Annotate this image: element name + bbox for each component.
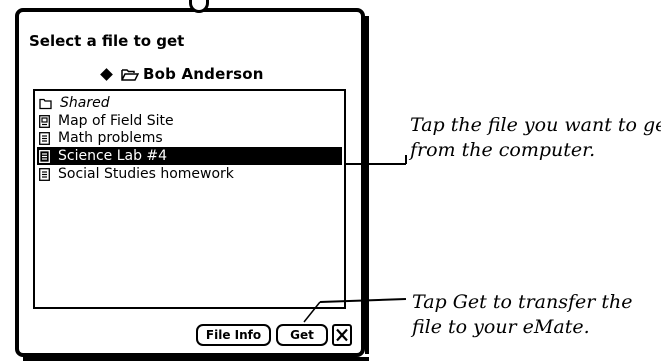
list-item-shared[interactable]: Shared bbox=[37, 94, 342, 112]
folder-selector[interactable]: Bob Anderson bbox=[100, 64, 264, 84]
callout-tap-file-line-2: from the computer. bbox=[410, 139, 596, 161]
folder-icon bbox=[39, 98, 52, 109]
open-folder-icon bbox=[121, 68, 139, 81]
close-icon bbox=[336, 328, 348, 342]
callout-tap-get-line-1: Tap Get to transfer the bbox=[412, 291, 633, 313]
dialog-shadow-bottom bbox=[23, 357, 369, 361]
list-item-science-lab-4[interactable]: Science Lab #4 bbox=[37, 147, 342, 165]
list-item-label: Science Lab #4 bbox=[58, 148, 168, 164]
list-item-label: Math problems bbox=[58, 130, 163, 146]
document-icon bbox=[39, 114, 50, 128]
folder-name: Bob Anderson bbox=[143, 65, 264, 83]
callout-tap-file-line-1: Tap the file you want to get bbox=[410, 114, 661, 136]
callout-line-file bbox=[346, 163, 406, 165]
get-button[interactable]: Get bbox=[276, 324, 328, 346]
callout-tap-file: Tap the file you want to get from the co… bbox=[410, 113, 661, 163]
callout-tap-get-line-2: file to your eMate. bbox=[412, 316, 590, 338]
close-button[interactable] bbox=[332, 324, 352, 346]
list-item-math-problems[interactable]: Math problems bbox=[37, 129, 342, 147]
document-icon bbox=[39, 167, 50, 181]
document-icon bbox=[39, 131, 50, 145]
callout-line-file-vertical bbox=[405, 155, 407, 164]
list-item-label: Map of Field Site bbox=[58, 113, 174, 129]
list-item-label: Social Studies homework bbox=[58, 166, 234, 182]
list-item-label: Shared bbox=[60, 95, 110, 111]
diamond-icon bbox=[100, 67, 113, 81]
dialog-shadow-right bbox=[365, 16, 369, 354]
list-item-social-studies-homework[interactable]: Social Studies homework bbox=[37, 165, 342, 183]
dialog-title: Select a file to get bbox=[29, 32, 185, 50]
callout-tap-get: Tap Get to transfer the file to your eMa… bbox=[412, 290, 633, 340]
document-icon bbox=[39, 149, 50, 163]
list-item-map-of-field-site[interactable]: Map of Field Site bbox=[37, 112, 342, 130]
file-list[interactable]: Shared Map of Field Site Math problems S… bbox=[33, 89, 346, 309]
file-info-button[interactable]: File Info bbox=[196, 324, 271, 346]
